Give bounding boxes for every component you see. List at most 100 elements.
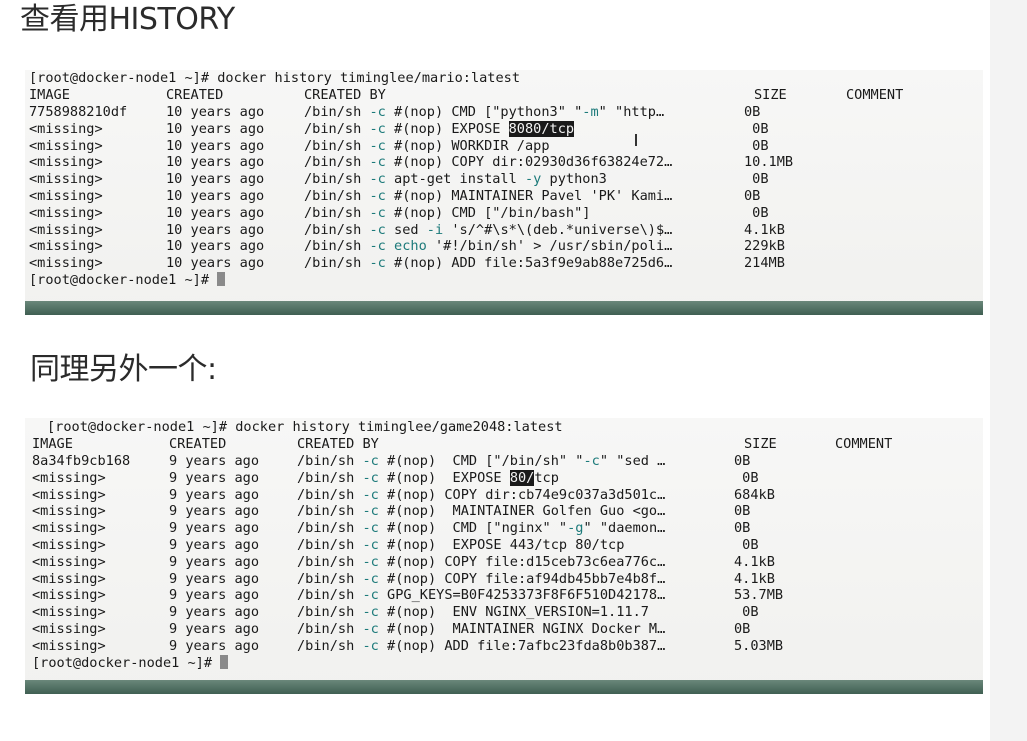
row-created-by: /bin/sh -c GPG_KEYS=B0F4253373F8F6F510D4… — [297, 587, 665, 604]
created-time: 9 years ago — [169, 537, 260, 553]
row-size: 0B — [744, 104, 760, 121]
shell-path: /bin/sh — [304, 221, 370, 238]
shell-option: -c — [362, 637, 379, 654]
layer-size: 0B — [734, 503, 751, 520]
row-image: <missing> — [29, 138, 103, 155]
shell-option: -c — [362, 503, 379, 520]
image-id: <missing> — [32, 637, 106, 654]
shell-option: -c — [369, 221, 386, 238]
shell-option: -c — [362, 553, 379, 570]
layer-size: 0B — [744, 188, 761, 204]
layer-size: 0B — [734, 469, 759, 486]
row-created: 9 years ago — [169, 587, 259, 604]
row-created: 9 years ago — [169, 571, 259, 588]
row-size: 0B — [734, 621, 750, 638]
command-text: #(nop) COPY file:d15ceb73c6ea776c… — [378, 553, 666, 570]
row-created: 10 years ago — [166, 171, 264, 188]
header-image: IMAGE — [29, 87, 70, 103]
created-time: 10 years ago — [166, 221, 265, 238]
created-time: 9 years ago — [169, 503, 260, 520]
row-created: 10 years ago — [166, 205, 264, 222]
command-text: #(nop) EXPOSE 443/tcp 80/tcp — [378, 537, 625, 553]
row-created-by: /bin/sh -c #(nop) MAINTAINER Golfen Guo … — [297, 503, 665, 520]
command-text-tail: " "daemon… — [583, 520, 666, 537]
layer-size: 0B — [744, 204, 769, 221]
layer-size: 0B — [744, 104, 761, 120]
row-created: 9 years ago — [169, 453, 259, 470]
row-created-by: /bin/sh -c sed -i 's/^#\s*\(deb.*univers… — [304, 222, 672, 239]
command-option: -i — [426, 221, 444, 238]
row-size: 0B — [744, 138, 768, 155]
row-image: <missing> — [32, 520, 106, 537]
created-time: 9 years ago — [169, 604, 260, 621]
image-id: 7758988210df — [29, 104, 128, 120]
layer-size: 4.1kB — [734, 570, 775, 587]
row-created: 10 years ago — [166, 255, 264, 272]
command-text: #(nop) ENV NGINX_VERSION=1.11.7 — [378, 604, 649, 621]
shell-path: /bin/sh — [304, 171, 370, 188]
layer-size: 214MB — [744, 255, 785, 272]
image-id: <missing> — [29, 255, 103, 272]
row-created: 9 years ago — [169, 604, 259, 621]
shell-path: /bin/sh — [304, 137, 370, 154]
shell-path: /bin/sh — [297, 570, 363, 587]
shell-option: -c — [369, 104, 386, 120]
created-time: 10 years ago — [166, 238, 265, 255]
created-time: 9 years ago — [169, 587, 260, 604]
row-created-by: /bin/sh -c #(nop) COPY file:af94db45bb7e… — [297, 571, 665, 588]
shell-option: -c — [362, 570, 379, 587]
row-created: 9 years ago — [169, 520, 259, 537]
image-id: <missing> — [29, 204, 103, 221]
row-created: 10 years ago — [166, 154, 264, 171]
shell-option: -c — [362, 537, 379, 553]
created-time: 9 years ago — [169, 553, 260, 570]
text-cursor-icon — [635, 134, 637, 146]
shell-path: /bin/sh — [297, 553, 363, 570]
row-size: 4.1kB — [744, 222, 785, 239]
end-prompt-text: [root@docker-node1 ~]# — [32, 654, 221, 671]
image-id: <missing> — [32, 604, 106, 621]
selected-text: 8080/tcp — [508, 120, 575, 137]
command-text: #(nop) COPY dir:cb74e9c037a3d501c… — [378, 486, 666, 503]
command-text: #(nop) CMD ["python3" " — [385, 104, 583, 120]
layer-size: 0B — [734, 537, 759, 553]
created-time: 9 years ago — [169, 570, 260, 587]
created-time: 10 years ago — [166, 120, 265, 137]
shell-option: -c — [369, 171, 386, 188]
row-size: 0B — [744, 121, 768, 138]
image-id: <missing> — [32, 553, 106, 570]
row-size: 229kB — [744, 238, 785, 255]
terminal-cursor — [217, 272, 226, 286]
row-size: 0B — [734, 537, 759, 554]
row-image: <missing> — [32, 571, 106, 588]
command-text-tail: 's/^#\s*\(deb.*universe\)$… — [443, 221, 673, 238]
page-scrollbar[interactable] — [990, 0, 1027, 741]
image-id: <missing> — [29, 154, 103, 171]
section-heading-another: 同理另外一个: — [30, 352, 217, 387]
row-image: <missing> — [32, 638, 106, 655]
created-time: 9 years ago — [169, 520, 260, 537]
row-created-by: /bin/sh -c #(nop) CMD ["nginx" "-g" "dae… — [297, 520, 665, 537]
header-comment: COMMENT — [835, 436, 893, 452]
created-time: 10 years ago — [166, 171, 265, 188]
row-size: 0B — [744, 204, 769, 222]
row-image: <missing> — [29, 238, 103, 255]
row-created-by: /bin/sh -c #(nop) MAINTAINER Pavel 'PK' … — [304, 188, 672, 205]
command-text — [386, 238, 394, 254]
layer-size: 10.1MB — [744, 154, 794, 171]
row-image: <missing> — [32, 621, 106, 638]
terminal-bottom-bar — [25, 680, 983, 694]
created-time: 9 years ago — [169, 469, 260, 486]
header-created: CREATED — [166, 87, 224, 103]
shell-option: -c — [362, 587, 379, 604]
command-prompt-line: [root@docker-node1 ~]# docker history ti… — [47, 419, 563, 435]
command-text: #(nop) COPY file:af94db45bb7e4b8f… — [378, 570, 666, 587]
row-size: 0B — [744, 188, 760, 205]
created-time: 9 years ago — [169, 486, 260, 503]
command-option: -g — [567, 520, 584, 537]
row-size: 4.1kB — [734, 554, 775, 571]
shell-option: -c — [362, 453, 379, 469]
command-text: #(nop) MAINTAINER NGINX Docker M… — [378, 621, 666, 637]
row-created: 10 years ago — [166, 222, 264, 239]
end-prompt-text: [root@docker-node1 ~]# — [29, 272, 218, 288]
